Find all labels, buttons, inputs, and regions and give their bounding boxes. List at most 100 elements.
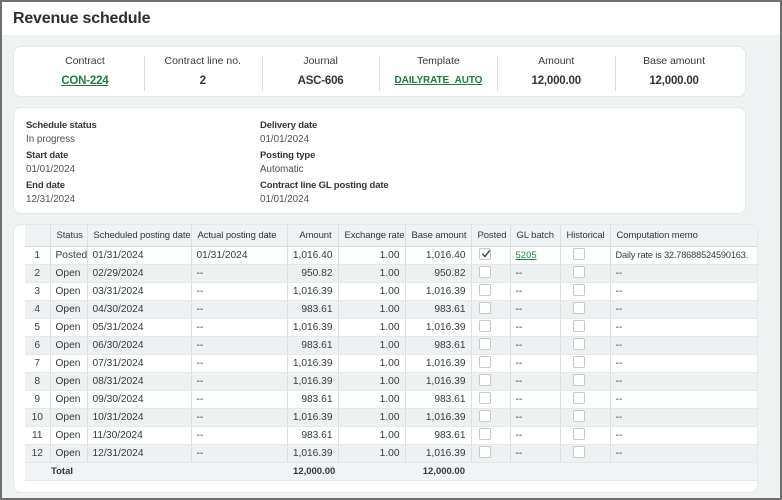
details-left-column: Schedule statusIn progressStart date01/0… xyxy=(26,120,97,210)
cell-actual-posting-date: -- xyxy=(191,336,287,354)
cell-historical xyxy=(560,390,610,408)
column-header-base-amount: Base amount xyxy=(405,225,471,246)
cell-gl-batch: -- xyxy=(510,282,560,300)
total-amount: 12,000.00 xyxy=(287,462,338,480)
historical-checkbox-row-4[interactable] xyxy=(573,302,585,314)
cell-row-number: 10 xyxy=(25,408,50,426)
cell-row-number: 12 xyxy=(25,444,50,462)
cell-amount: 1,016.39 xyxy=(287,408,338,426)
schedule-table: StatusScheduled posting dateActual posti… xyxy=(25,225,758,481)
cell-exchange-rate: 1.00 xyxy=(338,318,405,336)
posted-checkbox-row-12[interactable] xyxy=(479,446,491,458)
posted-checkbox-row-1[interactable] xyxy=(479,248,491,260)
column-header-amount: Amount xyxy=(287,225,338,246)
cell-gl-batch: 5205 xyxy=(510,246,560,264)
historical-checkbox-row-7[interactable] xyxy=(573,356,585,368)
historical-checkbox-row-11[interactable] xyxy=(573,428,585,440)
cell-computation-memo: -- xyxy=(610,318,758,336)
historical-checkbox-row-3[interactable] xyxy=(573,284,585,296)
cell-exchange-rate: 1.00 xyxy=(338,390,405,408)
historical-checkbox-row-8[interactable] xyxy=(573,374,585,386)
schedule-row-2: 2Open02/29/2024--950.821.00950.82---- xyxy=(25,264,758,282)
summary-value-link-template[interactable]: DAILYRATE_AUTO xyxy=(394,74,482,88)
cell-posted xyxy=(471,444,510,462)
cell-computation-memo: -- xyxy=(610,354,758,372)
cell-exchange-rate: 1.00 xyxy=(338,426,405,444)
summary-value-link-contract[interactable]: CON-224 xyxy=(61,74,108,88)
cell-amount: 983.61 xyxy=(287,426,338,444)
posted-checkbox-row-3[interactable] xyxy=(479,284,491,296)
cell-row-number: 11 xyxy=(25,426,50,444)
posted-checkbox-row-4[interactable] xyxy=(479,302,491,314)
cell-gl-batch: -- xyxy=(510,300,560,318)
table-total-row: Total12,000.0012,000.00 xyxy=(25,462,758,480)
posted-checkbox-row-10[interactable] xyxy=(479,410,491,422)
cell-scheduled-posting-date: 01/31/2024 xyxy=(87,246,191,264)
cell-gl-batch: -- xyxy=(510,426,560,444)
posted-checkbox-row-8[interactable] xyxy=(479,374,491,386)
details-card: Schedule statusIn progressStart date01/0… xyxy=(13,107,746,214)
column-header-scheduled-posting-date: Scheduled posting date xyxy=(87,225,191,246)
historical-checkbox-row-6[interactable] xyxy=(573,338,585,350)
cell-base-amount: 983.61 xyxy=(405,300,471,318)
cell-status: Open xyxy=(50,390,87,408)
detail-field-end-date: End date12/31/2024 xyxy=(26,180,97,206)
detail-field-delivery-date: Delivery date01/01/2024 xyxy=(260,120,388,146)
cell-status: Open xyxy=(50,336,87,354)
posted-checkbox-row-11[interactable] xyxy=(479,428,491,440)
historical-checkbox-row-2[interactable] xyxy=(573,266,585,278)
column-header-status: Status xyxy=(50,225,87,246)
column-header-blank xyxy=(25,225,50,246)
cell-exchange-rate: 1.00 xyxy=(338,336,405,354)
table-header-row: StatusScheduled posting dateActual posti… xyxy=(25,225,758,246)
detail-value: 01/01/2024 xyxy=(26,164,97,176)
detail-label: Posting type xyxy=(260,150,388,162)
detail-label: Delivery date xyxy=(260,120,388,132)
summary-field-amount: Amount12,000.00 xyxy=(497,47,615,96)
cell-scheduled-posting-date: 06/30/2024 xyxy=(87,336,191,354)
details-right-column: Delivery date01/01/2024Posting typeAutom… xyxy=(260,120,388,210)
total-base-amount: 12,000.00 xyxy=(405,462,471,480)
cell-amount: 983.61 xyxy=(287,336,338,354)
posted-checkbox-row-6[interactable] xyxy=(479,338,491,350)
schedule-row-4: 4Open04/30/2024--983.611.00983.61---- xyxy=(25,300,758,318)
summary-label: Amount xyxy=(538,55,574,68)
cell-posted xyxy=(471,300,510,318)
cell-actual-posting-date: -- xyxy=(191,282,287,300)
cell-status: Open xyxy=(50,372,87,390)
cell-computation-memo: -- xyxy=(610,408,758,426)
cell-computation-memo: -- xyxy=(610,264,758,282)
cell-amount: 1,016.40 xyxy=(287,246,338,264)
posted-checkbox-row-5[interactable] xyxy=(479,320,491,332)
cell-amount: 983.61 xyxy=(287,300,338,318)
cell-actual-posting-date: -- xyxy=(191,354,287,372)
cell-scheduled-posting-date: 07/31/2024 xyxy=(87,354,191,372)
historical-checkbox-row-10[interactable] xyxy=(573,410,585,422)
historical-checkbox-row-9[interactable] xyxy=(573,392,585,404)
column-header-computation-memo: Computation memo xyxy=(610,225,758,246)
posted-checkbox-row-7[interactable] xyxy=(479,356,491,368)
detail-field-contract-line-gl-posting-date: Contract line GL posting date01/01/2024 xyxy=(260,180,388,206)
posted-checkbox-row-2[interactable] xyxy=(479,266,491,278)
gl-batch-link[interactable]: 5205 xyxy=(516,250,537,261)
cell-status: Open xyxy=(50,408,87,426)
cell-historical xyxy=(560,282,610,300)
cell-exchange-rate: 1.00 xyxy=(338,444,405,462)
summary-label: Base amount xyxy=(643,55,705,68)
cell-exchange-rate: 1.00 xyxy=(338,408,405,426)
historical-checkbox-row-5[interactable] xyxy=(573,320,585,332)
cell-posted xyxy=(471,390,510,408)
schedule-row-8: 8Open08/31/2024--1,016.391.001,016.39---… xyxy=(25,372,758,390)
detail-field-start-date: Start date01/01/2024 xyxy=(26,150,97,176)
historical-checkbox-row-1[interactable] xyxy=(573,248,585,260)
posted-checkbox-row-9[interactable] xyxy=(479,392,491,404)
detail-label: Contract line GL posting date xyxy=(260,180,388,192)
cell-actual-posting-date: -- xyxy=(191,300,287,318)
historical-checkbox-row-12[interactable] xyxy=(573,446,585,458)
summary-field-journal: JournalASC-606 xyxy=(262,47,380,96)
cell-computation-memo: -- xyxy=(610,444,758,462)
cell-row-number: 5 xyxy=(25,318,50,336)
column-header-actual-posting-date: Actual posting date xyxy=(191,225,287,246)
cell-scheduled-posting-date: 11/30/2024 xyxy=(87,426,191,444)
cell-amount: 1,016.39 xyxy=(287,354,338,372)
